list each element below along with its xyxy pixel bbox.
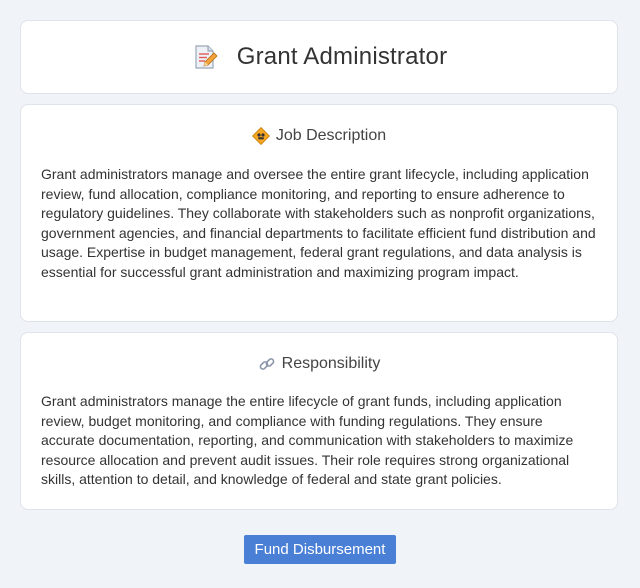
document-pencil-icon (195, 45, 218, 69)
badge-icon (251, 127, 270, 145)
job-description-card: Job Description Grant administrators man… (20, 104, 618, 322)
link-icon (259, 358, 275, 370)
page-title: Grant Administrator (236, 43, 448, 70)
job-description-text: Grant administrators manage and oversee … (41, 166, 596, 280)
fund-disbursement-tag[interactable]: Fund Disbursement (244, 535, 396, 564)
job-description-heading: Job Description (41, 127, 597, 145)
responsibility-card: Responsibility Grant administrators mana… (20, 332, 618, 510)
responsibility-heading: Responsibility (41, 355, 597, 373)
responsibility-text: Grant administrators manage the entire l… (41, 393, 574, 487)
responsibility-heading-text: Responsibility (281, 355, 381, 372)
job-description-heading-text: Job Description (275, 127, 387, 144)
title-card: Grant Administrator (20, 20, 618, 94)
